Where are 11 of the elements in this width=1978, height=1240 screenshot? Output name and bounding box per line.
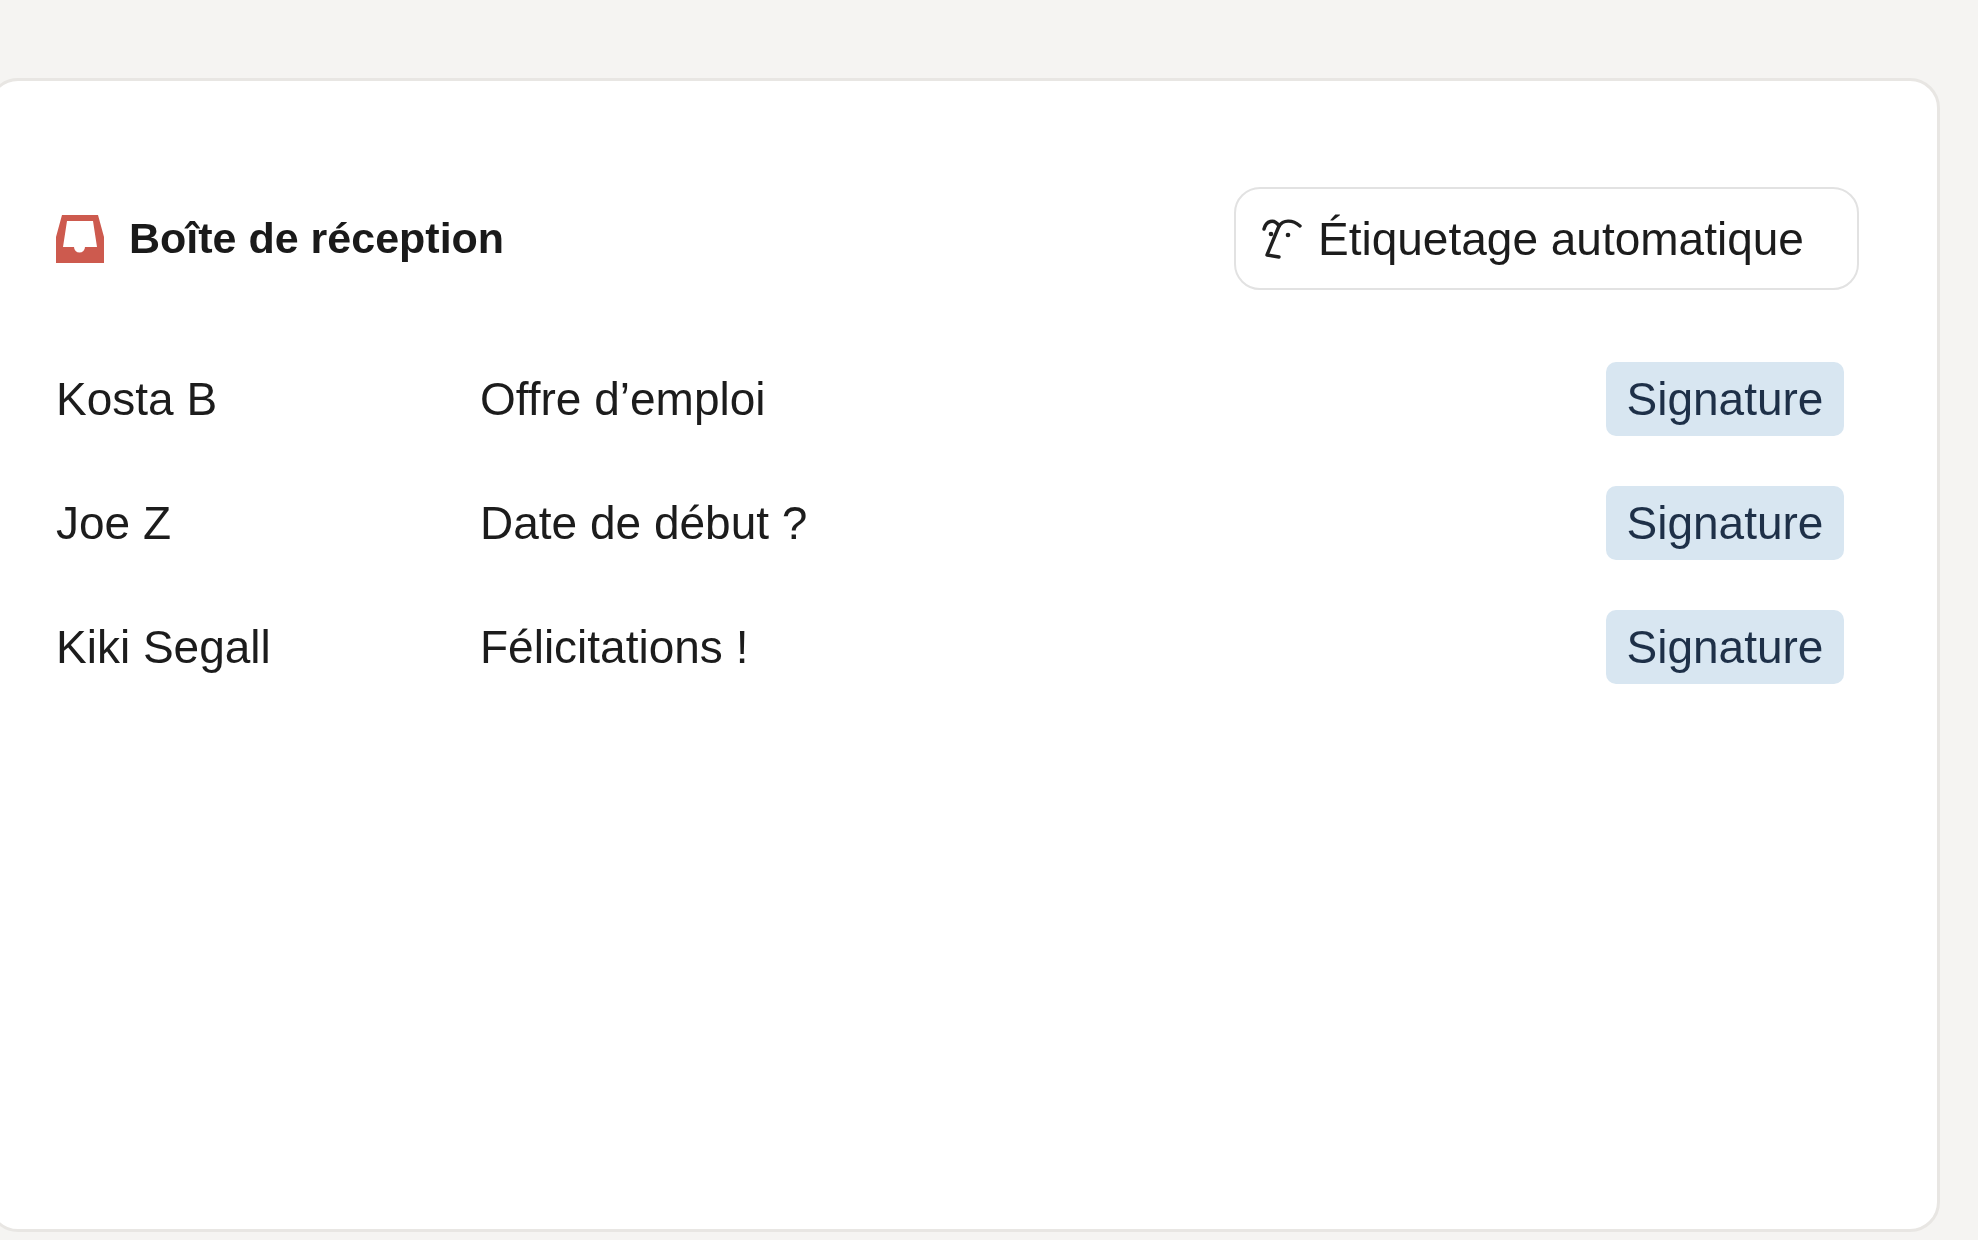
subject-text: Date de début ? bbox=[480, 500, 809, 546]
auto-label-button[interactable]: Étiquetage automatique bbox=[1234, 187, 1859, 290]
inbox-title: Boîte de réception bbox=[129, 217, 505, 260]
sender-name: Kosta B bbox=[56, 376, 219, 422]
sender-name: Joe Z bbox=[56, 500, 173, 546]
signature-tag: Signature bbox=[1606, 362, 1844, 436]
squiggle-icon bbox=[1262, 217, 1302, 260]
subject-text: Félicitations ! bbox=[480, 624, 750, 670]
signature-tag: Signature bbox=[1606, 610, 1844, 684]
inbox-tray-icon bbox=[56, 214, 104, 263]
signature-tag: Signature bbox=[1606, 486, 1844, 560]
